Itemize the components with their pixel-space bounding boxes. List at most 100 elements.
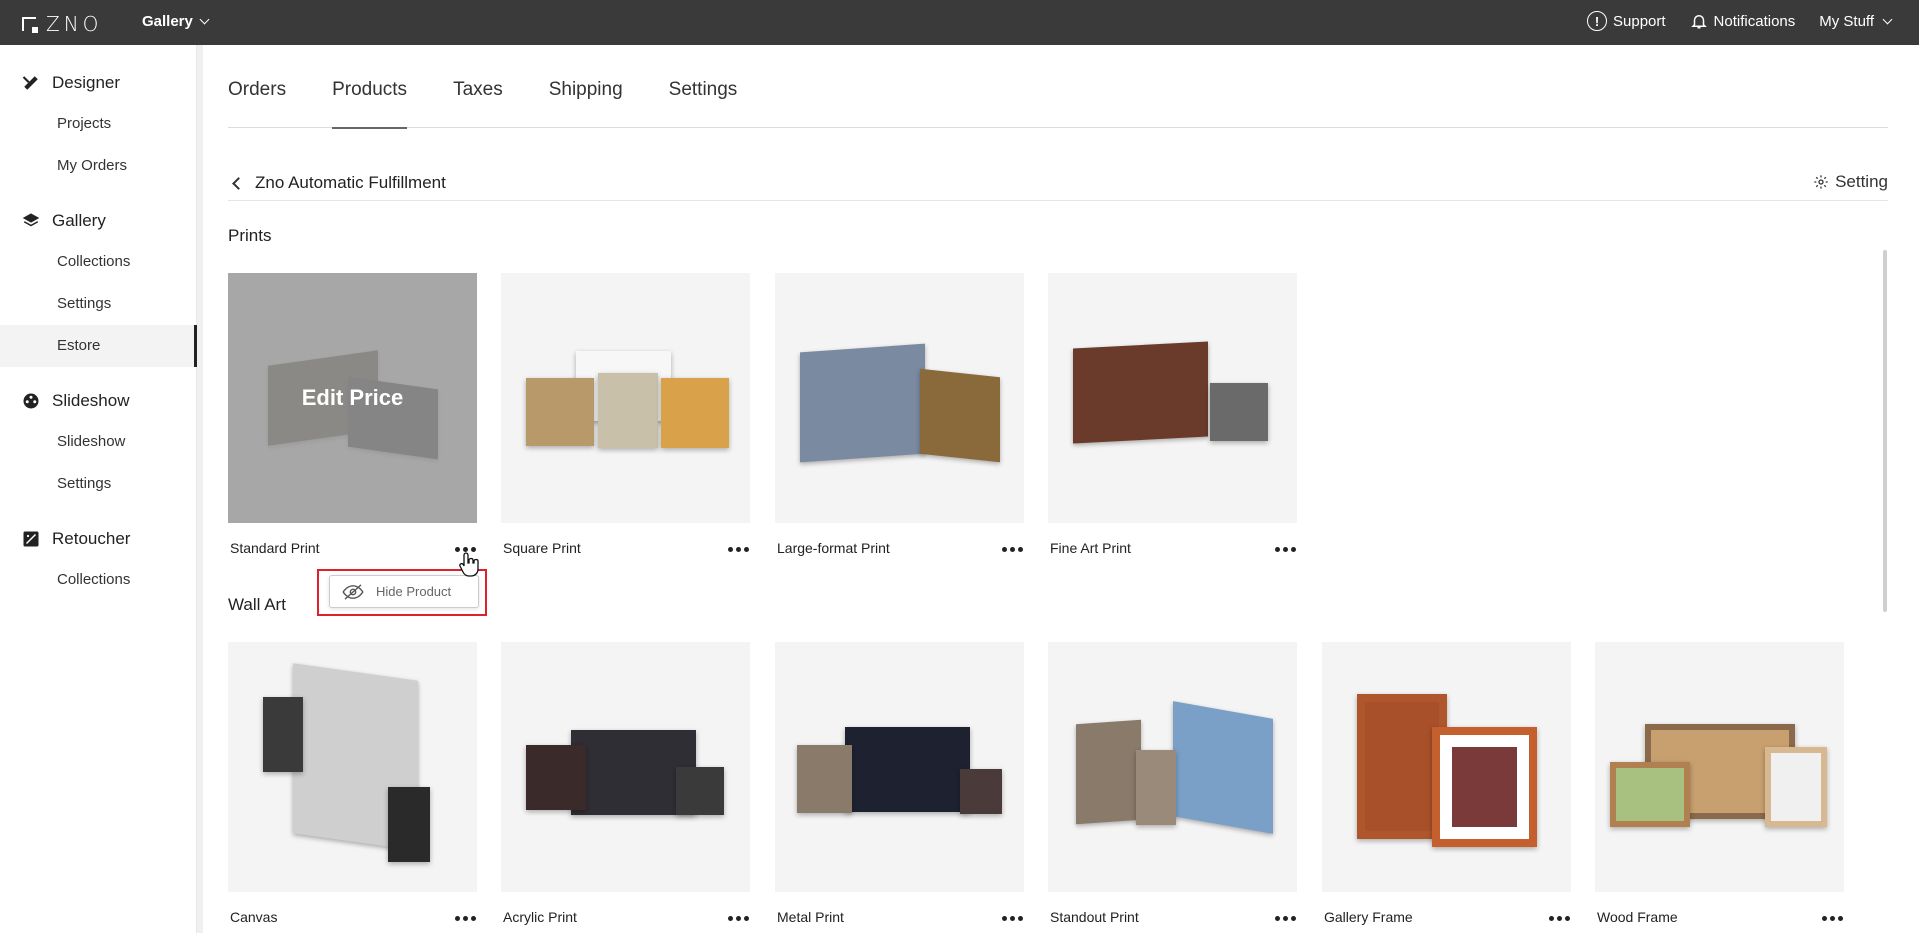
designer-tools-icon [22, 76, 38, 90]
section-title-prints: Prints [228, 226, 272, 245]
sidebar-item-slideshow-settings[interactable]: Settings [0, 463, 197, 505]
breadcrumb: Zno Automatic Fulfillment Setting [228, 165, 1888, 201]
sidebar-item-estore[interactable]: Estore [0, 325, 197, 367]
metal-photo [845, 727, 970, 812]
chevron-down-icon [1882, 14, 1893, 24]
product-thumbnail[interactable] [1048, 642, 1297, 892]
sidebar-item-designer[interactable]: Designer [0, 63, 197, 103]
logo-text: ZNO [46, 12, 103, 36]
product-name: Square Print [503, 540, 581, 556]
product-card-acrylic-print[interactable]: Acrylic Print [501, 642, 750, 925]
product-thumbnail[interactable] [228, 642, 477, 892]
edit-price-overlay[interactable]: Edit Price [228, 273, 477, 523]
section-title-wall-art: Wall Art [228, 595, 286, 614]
more-options-button[interactable] [998, 542, 1026, 556]
sidebar-group-slideshow: Slideshow Slideshow Settings [0, 381, 197, 505]
product-thumbnail[interactable] [1322, 642, 1571, 892]
back-button[interactable]: Zno Automatic Fulfillment [228, 165, 446, 193]
product-card-canvas[interactable]: Canvas [228, 642, 477, 925]
sidebar-item-projects[interactable]: Projects [0, 103, 197, 145]
sidebar-head-label: Slideshow [52, 391, 130, 410]
app-switcher[interactable]: Gallery [142, 13, 210, 30]
sidebar-head-label: Retoucher [52, 529, 131, 548]
standout-photo [1076, 719, 1141, 825]
sidebar-item-retoucher-collections[interactable]: Collections [0, 559, 197, 601]
hand-cursor-icon [459, 552, 479, 577]
product-name: Standard Print [230, 540, 320, 556]
tab-orders[interactable]: Orders [228, 45, 286, 128]
product-name: Large-format Print [777, 540, 890, 556]
product-card-metal-print[interactable]: Metal Print [775, 642, 1024, 925]
product-thumbnail[interactable]: Edit Price [228, 273, 477, 523]
product-thumbnail[interactable] [501, 642, 750, 892]
print-photo [1210, 383, 1268, 441]
sidebar-group-designer: Designer Projects My Orders [0, 63, 197, 187]
product-thumbnail[interactable] [501, 273, 750, 523]
edit-price-label: Edit Price [301, 385, 404, 410]
more-options-button[interactable] [451, 911, 479, 925]
more-options-button[interactable] [1545, 911, 1573, 925]
tab-settings[interactable]: Settings [669, 45, 738, 128]
support-link[interactable]: ! Support [1587, 11, 1666, 31]
product-name: Fine Art Print [1050, 540, 1131, 556]
product-card-standout-print[interactable]: Standout Print [1048, 642, 1297, 925]
sidebar-item-my-orders[interactable]: My Orders [0, 145, 197, 187]
product-name: Metal Print [777, 909, 844, 925]
more-options-button[interactable] [1818, 911, 1846, 925]
canvas-photo [263, 697, 303, 772]
tab-products[interactable]: Products [332, 45, 407, 129]
notifications-label: Notifications [1713, 12, 1796, 30]
product-card-standard-print[interactable]: Edit Price Standard Print [228, 273, 477, 556]
product-card-gallery-frame[interactable]: Gallery Frame [1322, 642, 1571, 925]
sidebar-group-retoucher: Retoucher Collections [0, 519, 197, 601]
frame-photo [1765, 747, 1827, 827]
product-card-square-print[interactable]: Square Print [501, 273, 750, 556]
layers-icon [22, 213, 40, 227]
film-reel-icon [23, 393, 39, 409]
product-card-fine-art-print[interactable]: Fine Art Print [1048, 273, 1297, 556]
product-thumbnail[interactable] [775, 642, 1024, 892]
product-thumbnail[interactable] [1595, 642, 1844, 892]
sidebar-item-settings[interactable]: Settings [0, 283, 197, 325]
tab-shipping[interactable]: Shipping [549, 45, 623, 128]
zno-logo[interactable]: ZNO [22, 12, 102, 36]
print-photo [526, 378, 594, 446]
alert-circle-icon: ! [1587, 11, 1607, 31]
my-stuff-menu[interactable]: My Stuff [1819, 13, 1893, 30]
product-card-large-format-print[interactable]: Large-format Print [775, 273, 1024, 556]
support-label: Support [1613, 12, 1666, 30]
more-options-button[interactable] [998, 911, 1026, 925]
more-options-button[interactable] [1271, 911, 1299, 925]
sidebar-item-gallery[interactable]: Gallery [0, 201, 197, 241]
zno-logo-icon [22, 17, 38, 33]
more-options-button[interactable] [724, 542, 752, 556]
tab-taxes[interactable]: Taxes [453, 45, 503, 128]
retouch-icon [23, 531, 39, 547]
sidebar: Designer Projects My Orders Gallery Coll… [0, 45, 197, 933]
hide-product-button[interactable]: Hide Product [329, 575, 479, 608]
frame-photo [1610, 762, 1690, 827]
canvas-photo [388, 787, 430, 862]
more-options-button[interactable] [1271, 542, 1299, 556]
setting-label: Setting [1835, 172, 1888, 191]
product-thumbnail[interactable] [1048, 273, 1297, 523]
product-thumbnail[interactable] [775, 273, 1024, 523]
sidebar-item-collections[interactable]: Collections [0, 241, 197, 283]
standout-photo [1136, 750, 1176, 825]
product-name: Gallery Frame [1324, 909, 1413, 925]
notifications-link[interactable]: Notifications [1690, 12, 1796, 30]
sidebar-item-slideshow[interactable]: Slideshow [0, 381, 197, 421]
print-photo [661, 378, 729, 448]
product-card-wood-frame[interactable]: Wood Frame [1595, 642, 1844, 925]
sidebar-group-gallery: Gallery Collections Settings Estore [0, 201, 197, 367]
more-options-button[interactable] [724, 911, 752, 925]
scrollbar[interactable] [1883, 250, 1887, 612]
print-photo [920, 368, 1000, 463]
sidebar-item-slideshow-sub[interactable]: Slideshow [0, 421, 197, 463]
chevron-down-icon [199, 14, 210, 25]
print-photo [598, 373, 658, 448]
setting-button[interactable]: Setting [1813, 172, 1888, 192]
metal-photo [960, 769, 1002, 814]
sidebar-item-retoucher[interactable]: Retoucher [0, 519, 197, 559]
sidebar-head-label: Designer [52, 73, 121, 92]
